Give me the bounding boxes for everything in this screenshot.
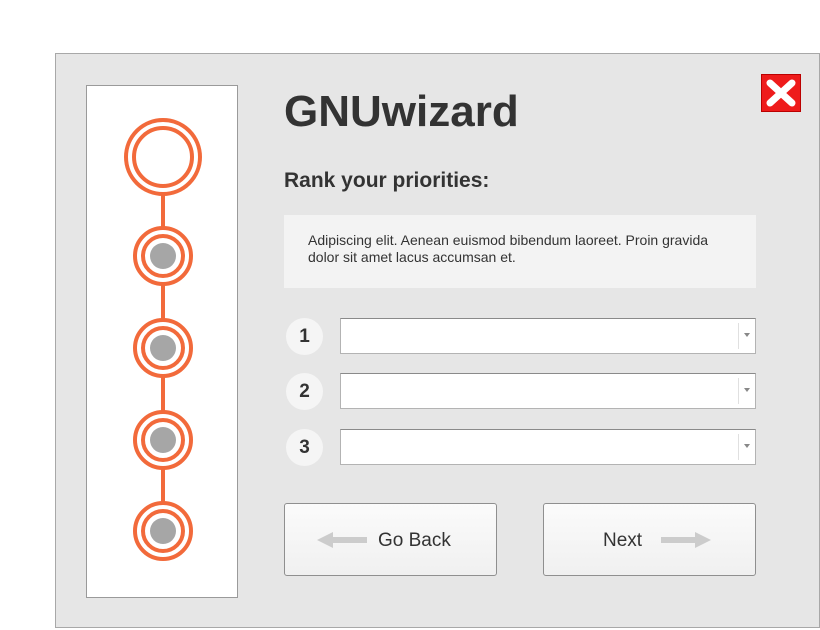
rank-number-badge: 3 [286, 429, 323, 466]
rank-row-2: 2 [286, 373, 756, 410]
step-1-current-icon [124, 118, 202, 196]
next-button[interactable]: Next [543, 503, 756, 576]
wizard-dialog: GNUwizard Rank your priorities: Adipisci… [55, 53, 820, 628]
rank-row-3: 3 [286, 429, 756, 466]
step-4-icon [133, 410, 193, 470]
dropdown-separator [738, 378, 739, 404]
dropdown-separator [738, 323, 739, 349]
rank-3-dropdown[interactable] [340, 429, 756, 465]
page-heading: Rank your priorities: [284, 169, 490, 192]
stepper-graphic [124, 118, 202, 561]
step-2-icon [133, 226, 193, 286]
go-back-button[interactable]: Go Back [284, 503, 497, 576]
close-icon [766, 79, 796, 107]
arrow-right-icon [661, 532, 711, 548]
close-button[interactable] [761, 74, 801, 112]
progress-stepper [86, 85, 238, 598]
step-5-icon [133, 501, 193, 561]
arrow-left-icon [317, 532, 367, 548]
chevron-down-icon[interactable] [744, 388, 750, 392]
chevron-down-icon[interactable] [744, 333, 750, 337]
description-box: Adipiscing elit. Aenean euismod bibendum… [284, 215, 756, 288]
step-3-icon [133, 318, 193, 378]
chevron-down-icon[interactable] [744, 444, 750, 448]
rank-number-badge: 1 [286, 318, 323, 355]
next-label: Next [603, 530, 643, 551]
rank-1-dropdown[interactable] [340, 318, 756, 354]
wizard-title: GNUwizard [284, 87, 519, 136]
dropdown-separator [738, 434, 739, 460]
go-back-label: Go Back [378, 530, 451, 551]
rank-number-badge: 2 [286, 373, 323, 410]
rank-row-1: 1 [286, 318, 756, 355]
rank-2-dropdown[interactable] [340, 373, 756, 409]
